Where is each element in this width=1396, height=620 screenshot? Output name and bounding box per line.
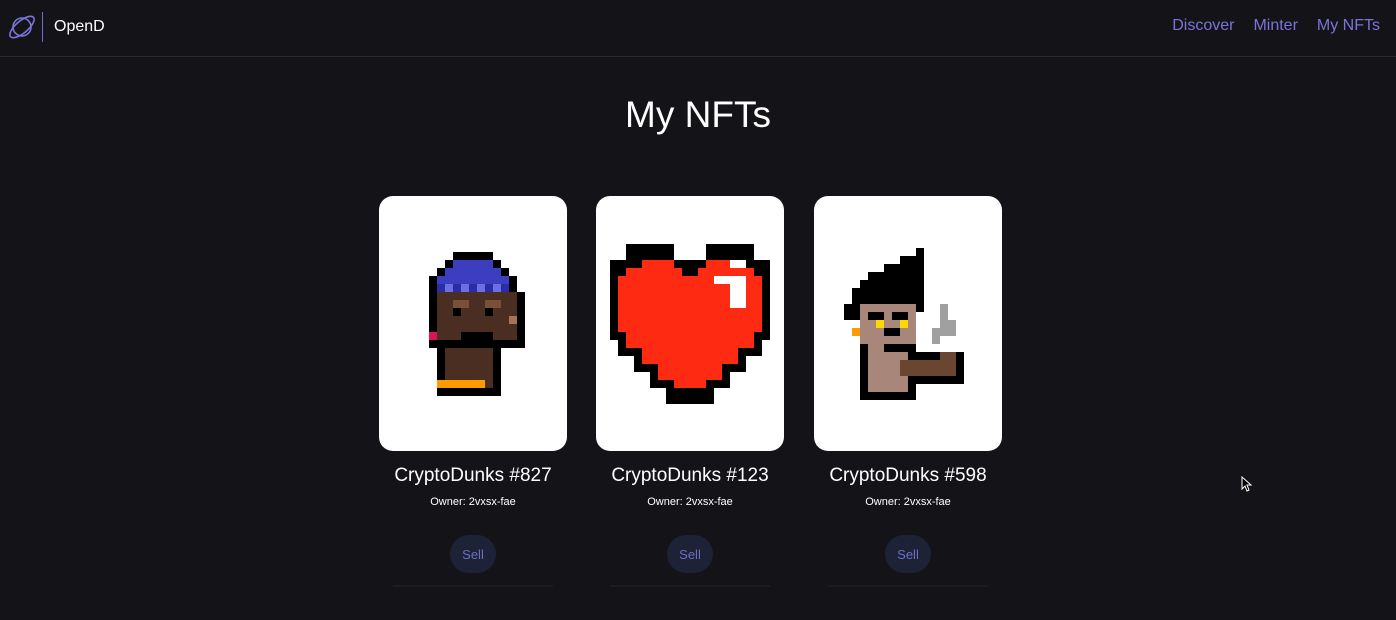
nft-card[interactable]: CryptoDunks #123 Owner: 2vxsx-fae Sell	[596, 196, 784, 587]
nft-card[interactable]: CryptoDunks #827 Owner: 2vxsx-fae Sell	[379, 196, 567, 587]
pixel-punk-pipe-image	[844, 247, 964, 400]
top-navbar: OpenD Discover Minter My NFTs	[0, 0, 1396, 57]
nft-title: CryptoDunks #123	[611, 465, 769, 486]
sell-button[interactable]: Sell	[667, 535, 713, 573]
brand[interactable]: OpenD	[6, 10, 105, 44]
pixel-punk-beanie-image	[429, 251, 525, 396]
nft-title: CryptoDunks #598	[829, 465, 987, 486]
nft-owner: Owner: 2vxsx-fae	[430, 496, 516, 508]
brand-divider	[42, 12, 43, 42]
card-divider	[393, 585, 553, 587]
pixel-heart-image	[610, 243, 770, 404]
card-divider	[610, 585, 770, 587]
nft-owner: Owner: 2vxsx-fae	[865, 496, 951, 508]
sell-button[interactable]: Sell	[450, 535, 496, 573]
nft-owner: Owner: 2vxsx-fae	[647, 496, 733, 508]
main-nav: Discover Minter My NFTs	[1153, 17, 1380, 35]
nav-minter[interactable]: Minter	[1253, 17, 1297, 35]
nft-grid: CryptoDunks #827 Owner: 2vxsx-fae Sell C…	[379, 196, 1019, 596]
nft-image-container[interactable]	[814, 196, 1002, 451]
nft-card[interactable]: CryptoDunks #598 Owner: 2vxsx-fae Sell	[814, 196, 1002, 587]
planet-logo-icon	[9, 15, 35, 39]
nav-my-nfts[interactable]: My NFTs	[1317, 17, 1380, 35]
nft-title: CryptoDunks #827	[394, 465, 552, 486]
brand-name: OpenD	[54, 18, 105, 35]
nft-image-container[interactable]	[379, 196, 567, 451]
page-title: My NFTs	[625, 94, 771, 135]
mouse-pointer-icon	[1241, 476, 1253, 492]
nav-discover[interactable]: Discover	[1172, 17, 1234, 35]
card-divider	[828, 585, 988, 587]
nft-image-container[interactable]	[596, 196, 784, 451]
sell-button[interactable]: Sell	[885, 535, 931, 573]
